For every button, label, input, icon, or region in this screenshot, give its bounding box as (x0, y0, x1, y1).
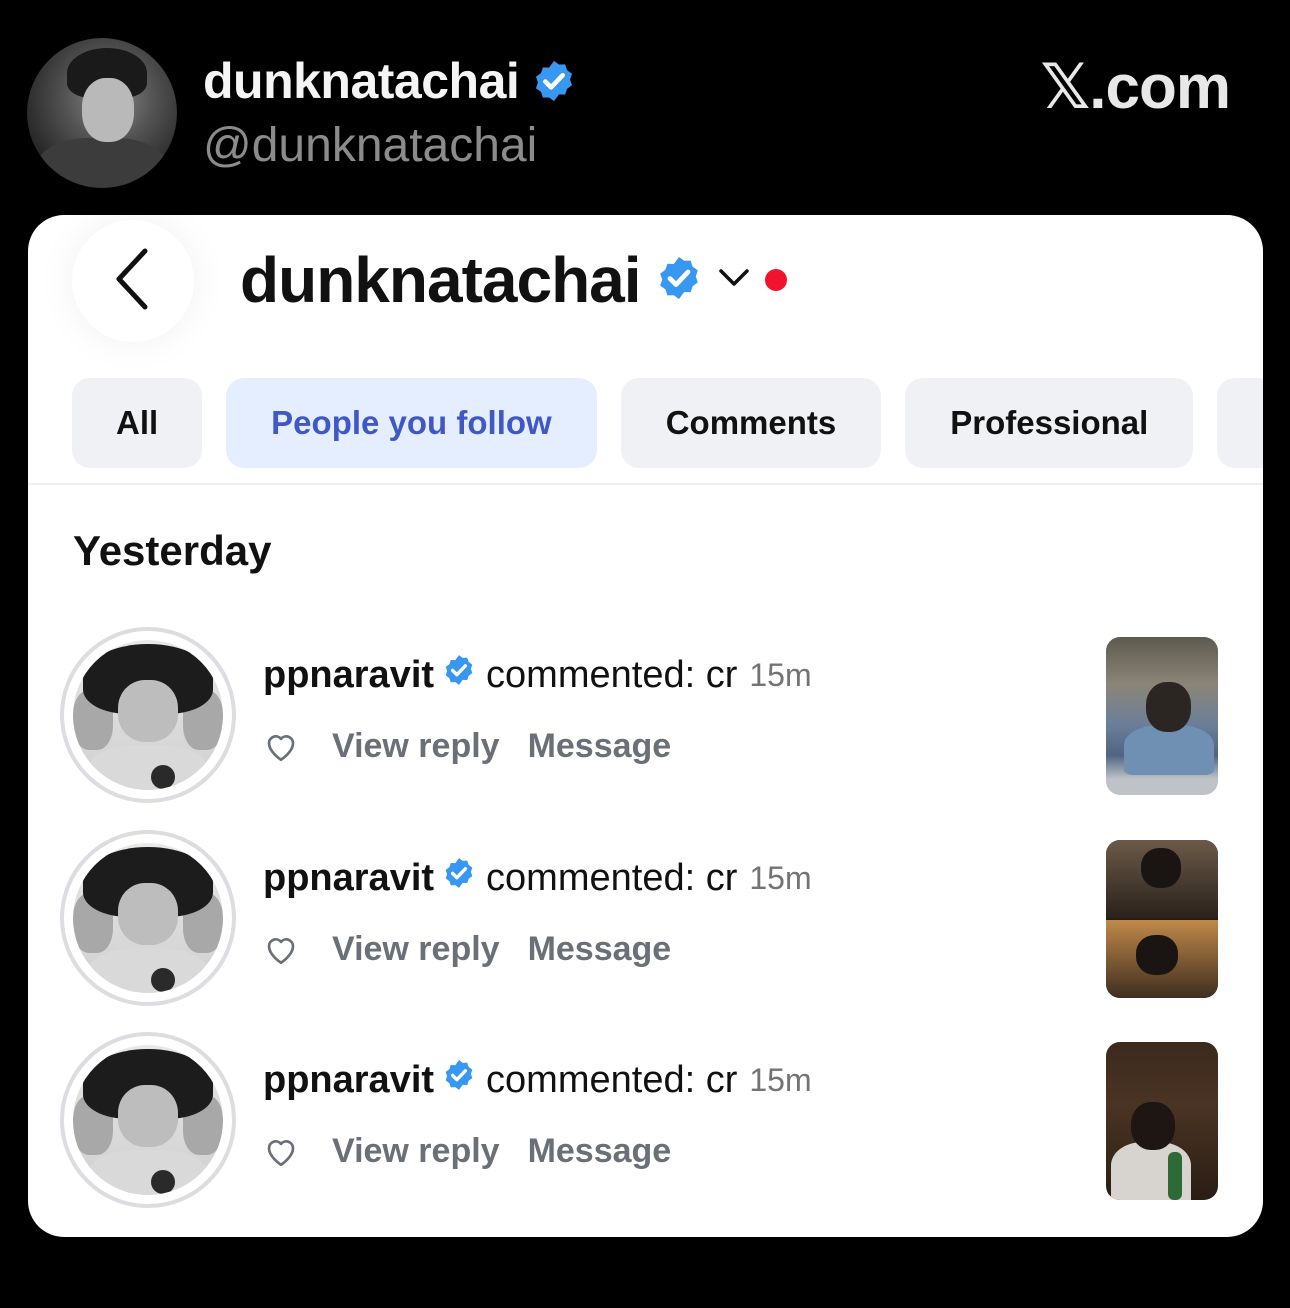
username[interactable]: ppnaravit (263, 1059, 434, 1102)
notification-row[interactable]: ppnaravit commented: cr 15m View reply M… (28, 627, 1263, 817)
tab-professional[interactable]: Professional (905, 378, 1194, 468)
verified-badge-icon (655, 254, 703, 307)
heart-outline-icon[interactable] (263, 1134, 299, 1170)
tab-comments[interactable]: Comments (620, 378, 882, 468)
timestamp: 15m (749, 859, 812, 896)
x-handle[interactable]: @dunknatachai (203, 118, 537, 173)
x-author-avatar[interactable] (27, 38, 177, 188)
notification-action: commented: cr (486, 1058, 738, 1101)
x-post-header: dunknatachai @dunknatachai 𝕏.com (0, 0, 1290, 215)
view-reply-button[interactable]: View reply (332, 930, 500, 969)
notification-row[interactable]: ppnaravit commented: cr 15m View reply M… (28, 1032, 1263, 1222)
avatar[interactable] (73, 1045, 223, 1195)
verified-badge-icon (442, 653, 476, 697)
notification-action: commented: cr (486, 653, 738, 696)
post-thumbnail[interactable] (1106, 637, 1218, 795)
divider (28, 483, 1263, 485)
notification-actions: View reply Message (263, 1132, 671, 1171)
chevron-down-icon[interactable] (717, 267, 751, 294)
notification-text: ppnaravit commented: cr 15m (263, 653, 812, 697)
message-button[interactable]: Message (528, 727, 672, 766)
username[interactable]: ppnaravit (263, 654, 434, 697)
notification-actions: View reply Message (263, 727, 671, 766)
verified-badge-icon (442, 1058, 476, 1102)
timestamp: 15m (749, 656, 812, 693)
post-thumbnail[interactable] (1106, 1042, 1218, 1200)
notification-action: commented: cr (486, 856, 738, 899)
section-title: Yesterday (73, 527, 272, 574)
avatar[interactable] (73, 843, 223, 993)
notification-text: ppnaravit commented: cr 15m (263, 1058, 812, 1102)
view-reply-button[interactable]: View reply (332, 727, 500, 766)
message-button[interactable]: Message (528, 930, 672, 969)
back-chevron-icon (113, 247, 153, 316)
timestamp: 15m (749, 1061, 812, 1098)
x-brand-logo[interactable]: 𝕏.com (1040, 50, 1231, 123)
account-name[interactable]: dunknatachai (240, 243, 642, 317)
x-display-name-row[interactable]: dunknatachai (203, 52, 577, 110)
instagram-screenshot-card: dunknatachai All People you follow Comme… (28, 215, 1263, 1237)
notification-text: ppnaravit commented: cr 15m (263, 856, 812, 900)
avatar-ring[interactable] (60, 830, 236, 1006)
tab-overflow[interactable] (1217, 378, 1263, 468)
view-reply-button[interactable]: View reply (332, 1132, 500, 1171)
tab-all[interactable]: All (72, 378, 203, 468)
notification-row[interactable]: ppnaravit commented: cr 15m View reply M… (28, 830, 1263, 1020)
heart-outline-icon[interactable] (263, 932, 299, 968)
tab-people-you-follow[interactable]: People you follow (226, 378, 597, 468)
account-switcher[interactable]: dunknatachai (240, 243, 787, 317)
heart-outline-icon[interactable] (263, 729, 299, 765)
verified-badge-icon (442, 856, 476, 900)
notification-dot (764, 269, 787, 291)
message-button[interactable]: Message (528, 1132, 672, 1171)
verified-badge-icon (531, 58, 577, 104)
back-button[interactable] (72, 220, 194, 342)
post-thumbnail[interactable] (1106, 840, 1218, 998)
x-display-name[interactable]: dunknatachai (203, 52, 520, 110)
notification-actions: View reply Message (263, 930, 671, 969)
avatar-ring[interactable] (60, 627, 236, 803)
avatar-ring[interactable] (60, 1032, 236, 1208)
username[interactable]: ppnaravit (263, 857, 434, 900)
filter-tabs: All People you follow Comments Professio… (72, 378, 1263, 468)
avatar[interactable] (73, 640, 223, 790)
